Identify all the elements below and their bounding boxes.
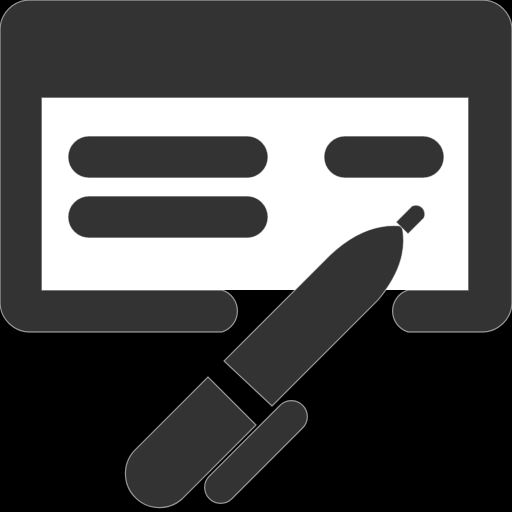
check-line-top-right — [323, 135, 445, 179]
check-line-bottom-left — [67, 195, 269, 239]
check-signing-icon — [0, 0, 512, 509]
check-line-top-left — [67, 135, 269, 179]
icon-canvas — [0, 0, 512, 512]
check-face — [42, 98, 468, 290]
